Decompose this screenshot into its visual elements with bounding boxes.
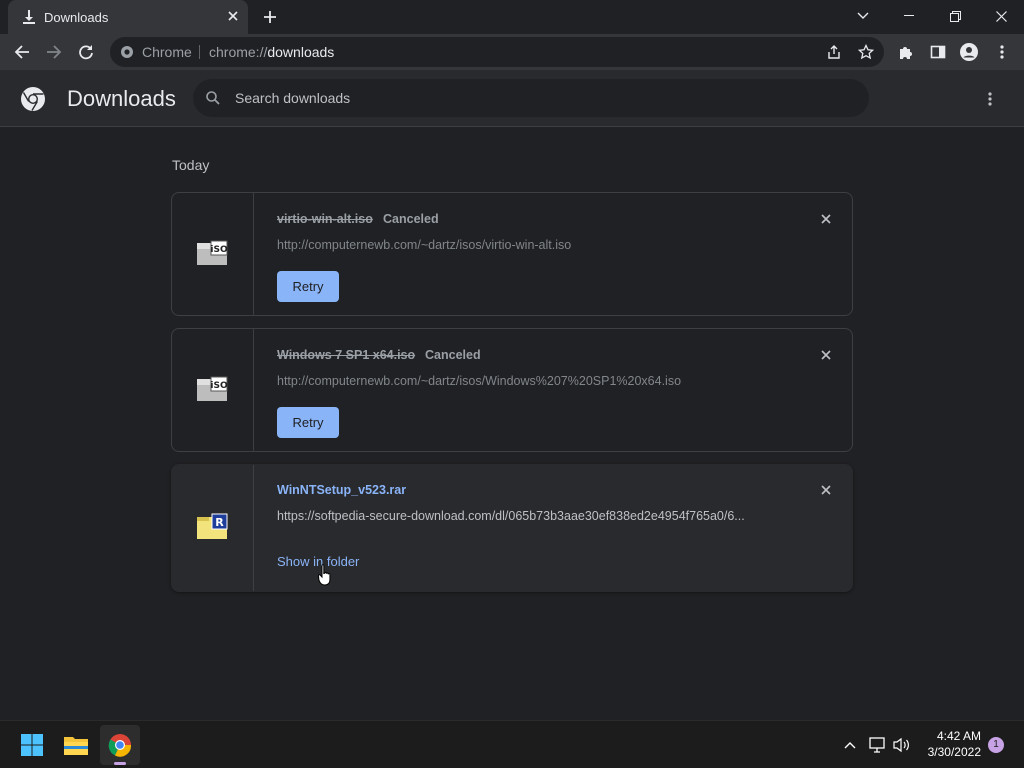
- omnibox-divider: [199, 45, 200, 59]
- file-icon-column: iSO: [172, 329, 254, 451]
- file-name: virtio-win-alt.iso: [277, 212, 373, 226]
- clock-time[interactable]: 4:42 AM: [925, 729, 981, 743]
- search-input[interactable]: [235, 88, 835, 108]
- tab-strip: Downloads: [0, 0, 1024, 34]
- svg-text:iSO: iSO: [210, 381, 228, 391]
- browser-toolbar: Chrome chrome://downloads: [0, 34, 1024, 70]
- clock-date[interactable]: 3/30/2022: [915, 745, 981, 759]
- remove-close-icon[interactable]: [816, 345, 836, 365]
- date-heading: Today: [172, 157, 210, 173]
- tab-close-icon[interactable]: [224, 8, 242, 26]
- bookmark-star-icon[interactable]: [857, 43, 875, 65]
- file-explorer-icon[interactable]: [56, 725, 96, 765]
- profile-avatar-icon[interactable]: [955, 38, 983, 66]
- notification-badge[interactable]: 1: [988, 737, 1004, 753]
- chrome-menu-icon[interactable]: [988, 38, 1016, 66]
- chrome-logo-icon: [20, 86, 46, 112]
- start-button[interactable]: [12, 725, 52, 765]
- restore-button[interactable]: [932, 0, 978, 32]
- download-item: iSO Windows 7 SP1 x64.iso Canceled http:…: [171, 328, 853, 452]
- side-panel-icon[interactable]: [924, 38, 952, 66]
- taskbar: 4:42 AM 3/30/2022 1: [0, 720, 1024, 768]
- status-badge: Canceled: [383, 212, 439, 226]
- chrome-site-icon: [120, 45, 134, 64]
- remove-close-icon[interactable]: [816, 209, 836, 229]
- share-icon[interactable]: [826, 44, 842, 65]
- extensions-puzzle-icon[interactable]: [892, 38, 920, 66]
- tab-search-icon[interactable]: [840, 0, 886, 32]
- url-text: chrome://downloads: [209, 44, 334, 60]
- back-button[interactable]: [8, 38, 36, 66]
- site-label: Chrome: [142, 44, 192, 60]
- url-prefix: chrome://: [209, 44, 268, 60]
- file-icon-column: iSO: [172, 193, 254, 315]
- page-title: Downloads: [67, 86, 176, 111]
- download-item: R WinNTSetup_v523.rar https://softpedia-…: [171, 464, 853, 592]
- tab-title: Downloads: [44, 10, 109, 25]
- retry-button[interactable]: Retry: [277, 407, 339, 438]
- svg-text:R: R: [215, 516, 224, 529]
- more-actions-icon[interactable]: [976, 85, 1004, 113]
- iso-file-icon: iSO: [196, 237, 228, 269]
- chrome-taskbar-icon[interactable]: [100, 725, 140, 765]
- chevron-up-icon[interactable]: [840, 735, 860, 755]
- search-box[interactable]: [193, 79, 869, 117]
- url-host: downloads: [267, 44, 335, 60]
- network-icon[interactable]: [868, 735, 888, 755]
- address-bar[interactable]: Chrome chrome://downloads: [110, 37, 884, 67]
- new-tab-button[interactable]: [258, 5, 282, 29]
- reload-button[interactable]: [72, 38, 100, 66]
- minimize-button[interactable]: [886, 0, 932, 32]
- downloads-header: Downloads: [0, 70, 1024, 127]
- forward-button[interactable]: [40, 38, 68, 66]
- tab-downloads[interactable]: Downloads: [8, 0, 248, 34]
- rar-file-icon: R: [196, 511, 228, 543]
- file-url[interactable]: http://computernewb.com/~dartz/isos/virt…: [277, 238, 571, 252]
- file-icon-column: R: [172, 465, 254, 591]
- download-icon: [22, 9, 36, 25]
- retry-button[interactable]: Retry: [277, 271, 339, 302]
- remove-close-icon[interactable]: [816, 480, 836, 500]
- volume-icon[interactable]: [892, 735, 912, 755]
- active-app-indicator: [114, 762, 126, 765]
- close-window-button[interactable]: [978, 0, 1024, 32]
- file-url[interactable]: https://softpedia-secure-download.com/dl…: [277, 509, 745, 523]
- download-item: iSO virtio-win-alt.iso Canceled http://c…: [171, 192, 853, 316]
- iso-file-icon: iSO: [196, 373, 228, 405]
- hand-cursor-icon: [317, 564, 334, 591]
- status-badge: Canceled: [425, 348, 481, 362]
- search-icon: [205, 90, 221, 111]
- file-name: Windows 7 SP1 x64.iso: [277, 348, 416, 362]
- file-name-link[interactable]: WinNTSetup_v523.rar: [277, 483, 406, 497]
- file-url[interactable]: http://computernewb.com/~dartz/isos/Wind…: [277, 374, 681, 388]
- svg-text:iSO: iSO: [210, 245, 228, 255]
